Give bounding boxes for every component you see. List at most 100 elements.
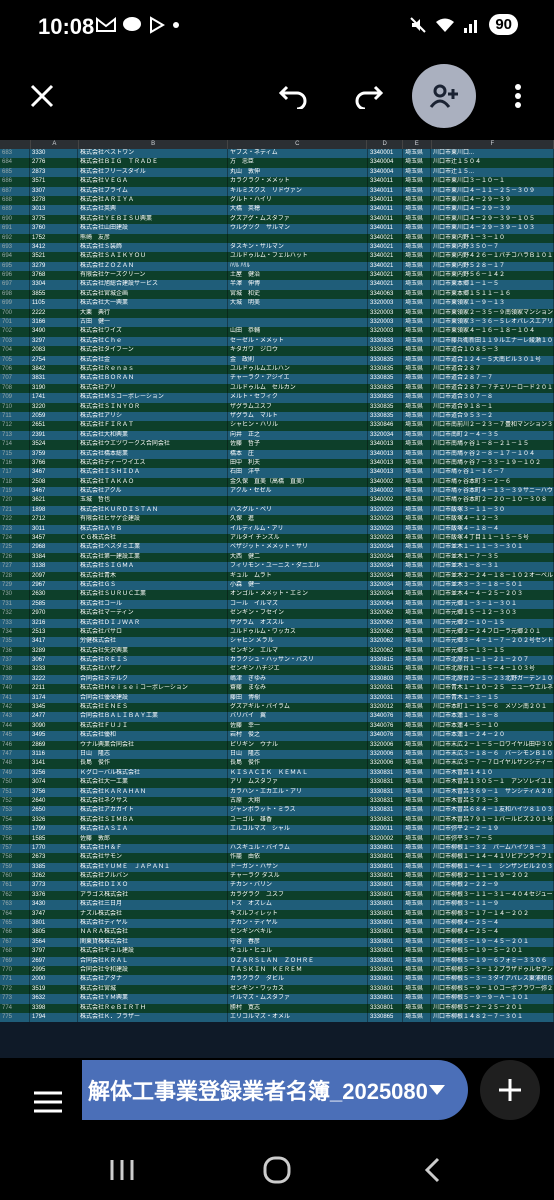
table-cell[interactable]: 川口市柳根２－２２－９ (431, 881, 554, 891)
table-cell[interactable]: 埼玉県 (403, 580, 431, 591)
table-cell[interactable]: 2697 (30, 956, 78, 966)
table-cell[interactable]: 川口市弥平２－２－１９ (431, 825, 554, 835)
table-cell[interactable]: 川口市並木４－４－２５－２０３ (431, 590, 554, 600)
table-cell[interactable]: 埼玉県 (403, 280, 431, 290)
row-number[interactable]: 740 (0, 684, 30, 694)
table-cell[interactable]: 埼玉県 (403, 712, 431, 722)
table-cell[interactable]: 向井 正之 (228, 430, 368, 441)
table-cell[interactable]: 3330835 (368, 374, 403, 384)
table-cell[interactable]: 3174 (30, 693, 78, 704)
add-person-button[interactable] (412, 64, 476, 128)
row-number[interactable]: 750 (0, 778, 30, 788)
table-cell[interactable]: 株式会社ディーワイエス (78, 458, 228, 469)
table-cell[interactable]: 埼玉県 (403, 937, 431, 948)
table-cell[interactable]: 株式会社Ｓ装飾 (78, 242, 228, 253)
row-number[interactable]: 725 (0, 543, 30, 553)
row-number[interactable]: 692 (0, 233, 30, 243)
table-cell[interactable]: ユルドゥルム・ワッカス (228, 627, 368, 638)
table-cell[interactable]: 川口市鳩ヶ谷本町２－２０－１０－３０８ (431, 496, 554, 506)
table-cell[interactable]: 3571 (30, 177, 78, 187)
table-cell[interactable]: 3330831 (368, 787, 403, 797)
table-row[interactable]: 764 3747 ナズル株式会社 キズルフィレット 3330801 埼玉県 川口市柳根３－１… (0, 909, 554, 920)
table-cell[interactable]: 3138 (30, 562, 78, 572)
table-cell[interactable]: 埼玉県 (403, 750, 431, 760)
table-cell[interactable]: ＮＡＲＡ株式会社 (78, 928, 228, 938)
table-cell[interactable]: 3564 (30, 937, 78, 948)
table-cell[interactable]: 3340011 (368, 177, 403, 187)
table-cell[interactable]: 3320006 (368, 740, 403, 750)
table-cell[interactable]: 川口市木曽呂５７３－３ (431, 796, 554, 807)
table-cell[interactable]: 川口市柳根３－１１－３１－４０４セジュール柳根 (431, 890, 554, 901)
row-number[interactable]: 733 (0, 618, 30, 628)
table-row[interactable]: 685 2873 株式会社フリースタイル 丸山 敦伸 3340004 埼玉県 川口市辻１５.… (0, 167, 554, 178)
table-cell[interactable]: チャーラク・アジイエ (228, 374, 368, 384)
table-cell[interactable]: 3632 (30, 994, 78, 1004)
table-cell[interactable]: ＫＩＳＡＣＩＫ ＫＥＭＡＬ (228, 768, 368, 779)
table-cell[interactable]: 株式会社プライム (78, 186, 228, 196)
table-cell[interactable]: 3320031 (368, 693, 403, 704)
table-row[interactable]: 771 2000 株式会社アダナ カラクラク ダビル 3330801 埼玉県 川口市柳根５－… (0, 975, 554, 985)
table-cell[interactable]: 3320062 (368, 609, 403, 619)
table-cell[interactable]: 株式会社ＶＥＧＡ (78, 177, 228, 187)
table-cell[interactable]: 埼玉県 (403, 205, 431, 215)
table-cell[interactable]: 川口市元郷５－１３－１５ (431, 646, 554, 657)
table-cell[interactable]: ＴＡＳＫＩＮ ＫＥＲＥＭ (228, 965, 368, 976)
table-cell[interactable]: 2222 (30, 308, 78, 319)
table-cell[interactable]: 株式会社マーティン (78, 609, 228, 619)
table-row[interactable]: 727 3138 株式会社ＳＩＧＭＡ フィリモン・ユーニス・ダニエル 3320034 埼玉… (0, 562, 554, 572)
table-cell[interactable]: イルディルム・アリ (228, 524, 368, 535)
table-cell[interactable]: ハスギュル・バイラム (228, 843, 368, 854)
table-row[interactable]: 714 3524 株式会社ウエヅワークス合同会社 佐藤 哲子 3340013 埼玉県 川口市… (0, 440, 554, 450)
table-cell[interactable]: 3320034 (368, 543, 403, 553)
table-cell[interactable]: 3340011 (368, 205, 403, 215)
table-cell[interactable]: 川口市柳根５－９－９－Ａ－１０１ (431, 994, 554, 1004)
table-cell[interactable]: 株式会社ＦＩＲＡＴ (78, 421, 228, 431)
table-cell[interactable]: 川口市南町２－４－３５ (431, 430, 554, 441)
table-cell[interactable]: 3320023 (368, 515, 403, 525)
table-cell[interactable]: 3521 (30, 252, 78, 262)
table-cell[interactable]: 3330831 (368, 796, 403, 807)
table-row[interactable]: 754 3326 株式会社ＳＩＭＢＡ ユーゴル 雄香 3330831 埼玉県 川口市木曽呂７… (0, 815, 554, 826)
table-cell[interactable]: 川口市末広３－７－７ロイヤルサンシティー７０ (431, 759, 554, 769)
table-cell[interactable]: 1585 (30, 834, 78, 844)
table-cell[interactable]: 株式会社タイフーン (78, 346, 228, 356)
table-cell[interactable]: 株式会社優和 (78, 731, 228, 741)
table-cell[interactable]: 3320012 (368, 703, 403, 713)
row-number[interactable]: 768 (0, 947, 30, 957)
table-cell[interactable]: 埼玉県 (403, 214, 431, 225)
table-cell[interactable]: 川口市辻１５０４ (431, 158, 554, 168)
column-header[interactable]: C (228, 140, 368, 149)
row-number[interactable]: 742 (0, 703, 30, 713)
table-cell[interactable]: 埼玉県 (403, 590, 431, 600)
table-cell[interactable]: 3330831 (368, 778, 403, 788)
table-cell[interactable]: 3330835 (368, 393, 403, 403)
table-cell[interactable]: ユルドゥルムエルハン (228, 364, 368, 375)
table-cell[interactable]: 埼玉県 (403, 815, 431, 826)
table-cell[interactable]: 川口市東内野４２６－１パチコハラＢ１０１ (431, 252, 554, 262)
table-cell[interactable]: 3330801 (368, 1003, 403, 1013)
table-cell[interactable]: 川口市柳根１－３２ パームハイツ８－３ (431, 843, 554, 854)
table-cell[interactable]: ＯＺＡＲＳＬＡＮ ＺＯＨＲＥ (228, 956, 368, 966)
row-number[interactable]: 713 (0, 430, 30, 441)
row-number[interactable]: 766 (0, 928, 30, 938)
table-cell[interactable]: 埼玉県 (403, 862, 431, 873)
table-cell[interactable] (228, 834, 368, 844)
table-cell[interactable]: 埼玉県 (403, 853, 431, 863)
table-cell[interactable]: 株式会社Ｋ．ブラザー (78, 1012, 228, 1023)
table-cell[interactable]: ベザジット・メメット・サリ (228, 543, 368, 553)
row-number[interactable]: 684 (0, 158, 30, 168)
row-number[interactable]: 746 (0, 740, 30, 750)
table-row[interactable]: 760 3262 株式会社ブルバン チャーラク ダスル 3330801 埼玉県 川口市柳根２… (0, 872, 554, 882)
table-row[interactable]: 695 3279 株式会社ＺＯＺＡＮ ﾊﾘﾙ ﾊﾘﾙ 3340021 埼玉県 川口市東内野５… (0, 261, 554, 272)
table-cell[interactable]: 3330833 (368, 336, 403, 347)
table-cell[interactable]: 3067 (30, 656, 78, 666)
table-cell[interactable]: 3760 (30, 224, 78, 234)
table-row[interactable]: 699 1105 株式会社大一興業 大城 明美 3320003 埼玉県 川口市東領家１－９－… (0, 299, 554, 309)
table-cell[interactable]: 3330801 (368, 843, 403, 854)
table-row[interactable]: 717 3467 株式会社ＩＳＨＩＤＡ 石田 洋平 3340013 埼玉県 川口市鳩ヶ谷１－… (0, 468, 554, 478)
table-cell[interactable]: 佐藤 幸一 (228, 721, 368, 732)
row-number[interactable]: 706 (0, 364, 30, 375)
table-cell[interactable]: 3330801 (368, 928, 403, 938)
table-cell[interactable]: 埼玉県 (403, 609, 431, 619)
table-cell[interactable]: 川口市元郷３－４－１－７－２０２号セントヒルズ (431, 637, 554, 647)
